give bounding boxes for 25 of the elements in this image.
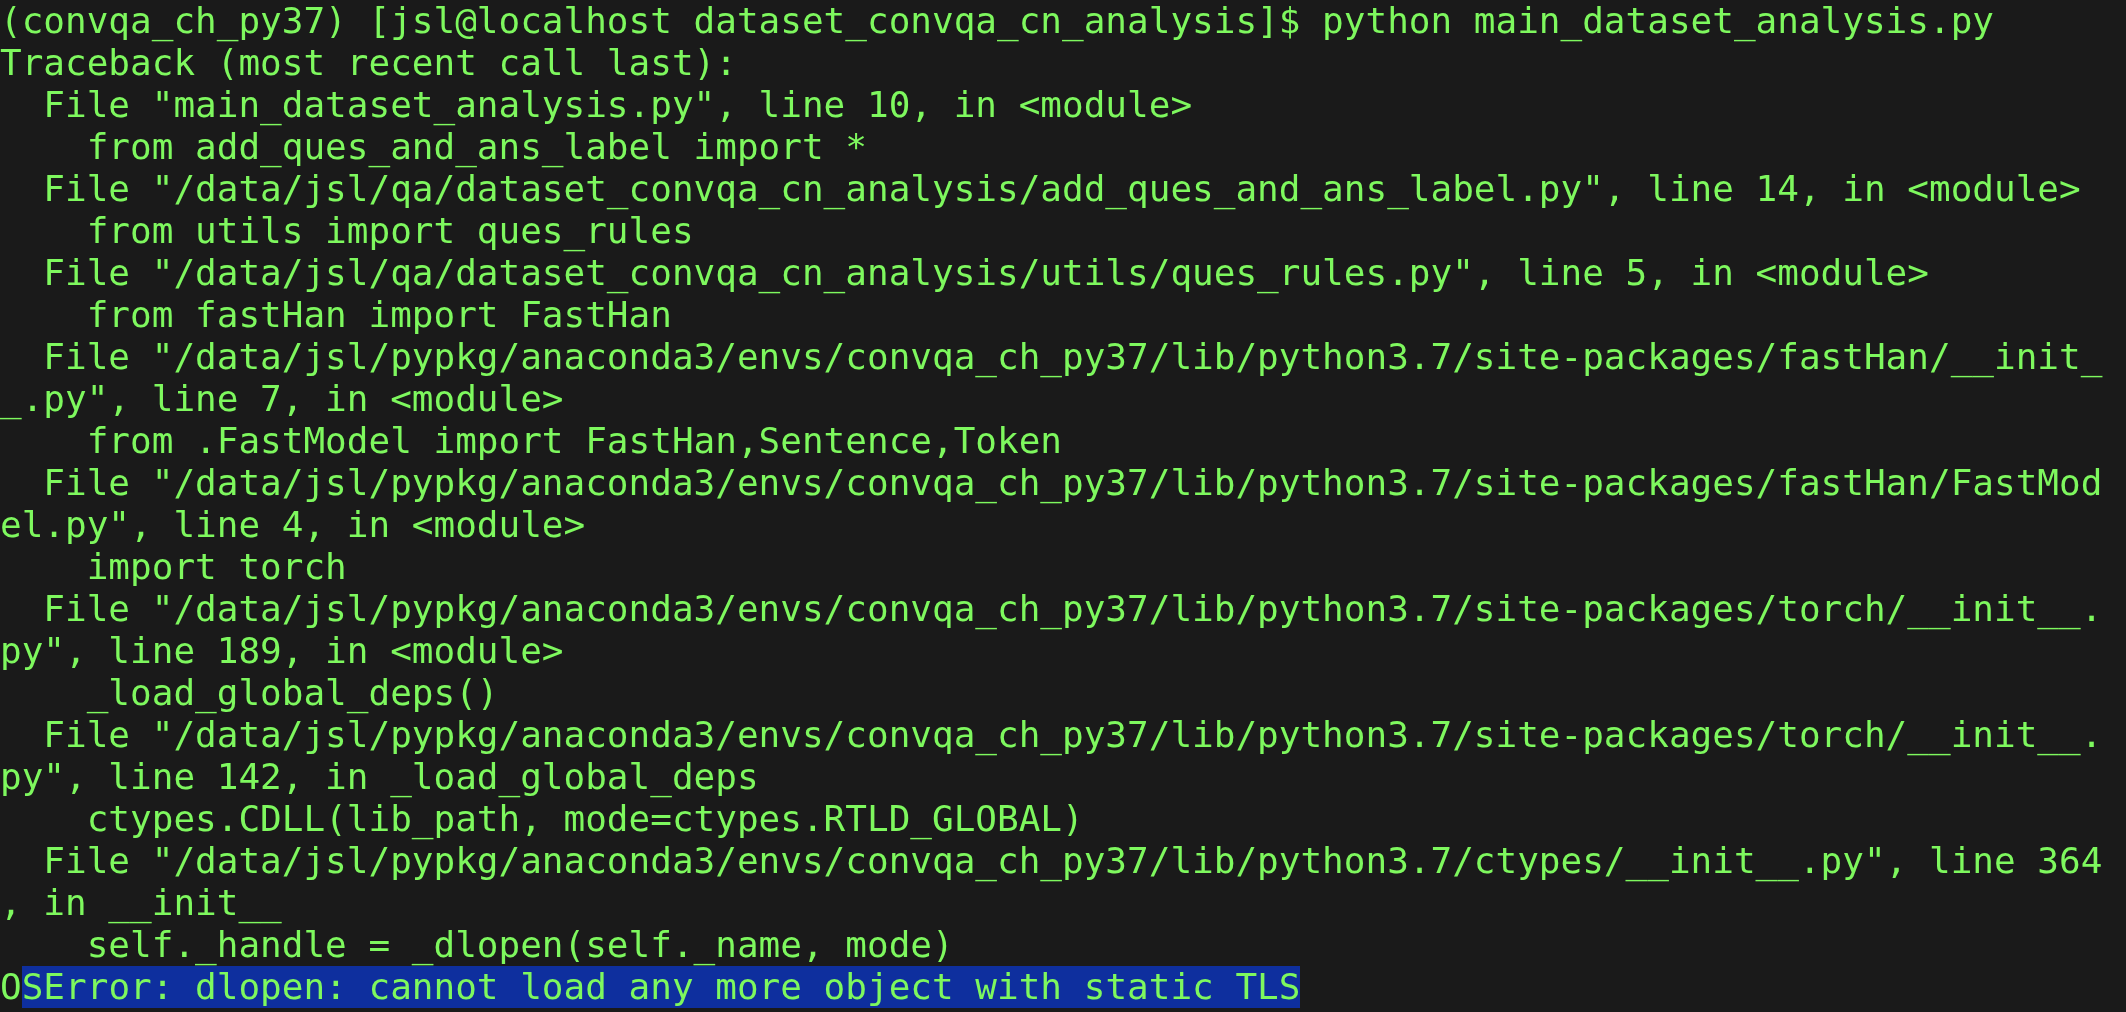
terminal-text: from fastHan import FastHan [85, 294, 672, 336]
terminal-text: File "/data/jsl/pypkg/anaconda3/envs/convqa_ch_py37/lib/python3.7/ctypes/__init__.py", line 364 [42, 840, 2103, 882]
terminal-text: File "/data/jsl/qa/dataset_convqa_cn_analysis/add_ques_and_ans_label.py", line 14, in <module> [42, 168, 2081, 210]
terminal-text: File "/data/jsl/pypkg/anaconda3/envs/convqa_ch_py37/lib/python3.7/site-packages/torch/__init__. [42, 588, 2103, 630]
terminal-text: File "/data/jsl/pypkg/anaconda3/envs/convqa_ch_py37/lib/python3.7/site-packages/fastHan/__init_ [42, 336, 2103, 378]
terminal-text: from utils import ques_rules [85, 210, 694, 252]
terminal-text: self._handle = _dlopen(self._name, mode) [85, 924, 954, 966]
terminal-text: import torch [85, 546, 347, 588]
terminal-text: from .FastModel import FastHan,Sentence,Token [85, 420, 1063, 462]
terminal-text: ctypes.CDLL(lib_path, mode=ctypes.RTLD_GLOBAL) [85, 798, 1084, 840]
terminal-text: _.py", line 7, in <module> [0, 378, 564, 420]
terminal-text: O [0, 966, 22, 1008]
terminal-text: py", line 189, in <module> [0, 630, 564, 672]
terminal-text: py", line 142, in _load_global_deps [0, 756, 759, 798]
terminal-text: File "/data/jsl/pypkg/anaconda3/envs/convqa_ch_py37/lib/python3.7/site-packages/torch/__init__. [42, 714, 2103, 756]
terminal-text: File "/data/jsl/qa/dataset_convqa_cn_analysis/utils/ques_rules.py", line 5, in <module> [42, 252, 1929, 294]
terminal-text: File "/data/jsl/pypkg/anaconda3/envs/convqa_ch_py37/lib/python3.7/site-packages/fastHan/FastMod [42, 462, 2103, 504]
terminal-text: from add_ques_and_ans_label import * [85, 126, 867, 168]
terminal-text: el.py", line 4, in <module> [0, 504, 586, 546]
terminal-text: File "main_dataset_analysis.py", line 10, in <module> [42, 84, 1193, 126]
terminal-text: Traceback (most recent call last): [0, 42, 737, 84]
terminal-text: , in __init__ [0, 882, 282, 924]
terminal-text: _load_global_deps() [85, 672, 499, 714]
terminal-text: (convqa_ch_py37) [jsl@localhost dataset_convqa_cn_analysis]$ python main_dataset_analysis.py [0, 0, 1994, 42]
selected-text: SError: dlopen: cannot load any more object with static TLS [21, 966, 1301, 1008]
